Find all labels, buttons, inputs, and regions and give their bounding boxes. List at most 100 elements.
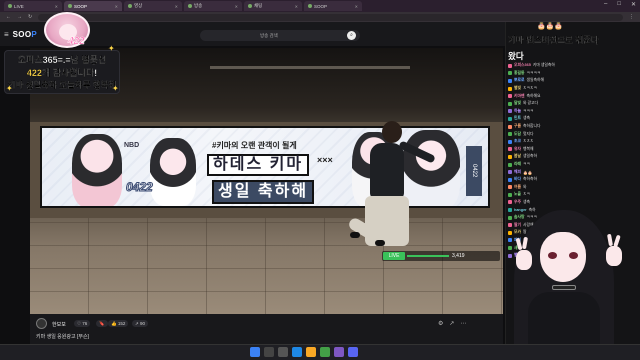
- extensions-icon[interactable]: ⋮: [629, 14, 634, 20]
- streamer-name[interactable]: 한보보: [52, 321, 66, 328]
- browser-tab[interactable]: 방송 ✕: [184, 1, 242, 11]
- chat-nickname[interactable]: 초코: [514, 139, 521, 144]
- like-count[interactable]: 👍 152: [108, 320, 129, 327]
- forward-icon[interactable]: →: [17, 14, 22, 20]
- stream-info-bar: [30, 314, 503, 344]
- billboard-tagline: #키마의 오랜 관객이 될게: [212, 141, 297, 150]
- chat-nickname[interactable]: hanger: [514, 208, 527, 212]
- user-badge-icon: [508, 78, 512, 83]
- chat-message: 라떼 ㅋㅋ: [508, 161, 638, 169]
- browser-tab[interactable]: SOOP ✕: [304, 1, 362, 11]
- user-badge-icon: [508, 215, 512, 220]
- favicon-icon: [188, 4, 192, 8]
- dancer-shoe: [350, 232, 360, 238]
- search-icon[interactable]: ⌕: [347, 31, 356, 40]
- chat-text: ㅋㅋㅋ: [523, 108, 534, 113]
- chat-nickname[interactable]: 해피: [514, 170, 521, 175]
- chat-text: 생축: [523, 116, 530, 121]
- chat-text: 와 광고다: [523, 101, 539, 106]
- chat-text: 🎂🎂: [523, 170, 533, 175]
- edge-icon[interactable]: [292, 347, 302, 357]
- chat-highlight-message: 키마 댄스버전으로 춰준다: [508, 35, 599, 45]
- chat-nickname[interactable]: 봄날: [514, 154, 521, 159]
- chat-nickname[interactable]: 별빛: [514, 86, 521, 91]
- vtuber-eye: [548, 252, 557, 259]
- chat-text: 키마 생일축하: [532, 63, 555, 68]
- site-logo[interactable]: SOOP: [13, 30, 37, 39]
- more-icon[interactable]: ⋯: [460, 320, 466, 327]
- discord-icon[interactable]: [348, 347, 358, 357]
- donation-line-3: 키마 생일축하 오늘하루 행복해: [7, 80, 117, 90]
- chat-nickname[interactable]: 우주: [514, 200, 521, 205]
- chat-nickname[interactable]: 바다: [514, 177, 521, 182]
- chat-nickname[interactable]: 구름: [514, 124, 521, 129]
- back-icon[interactable]: ←: [6, 14, 11, 20]
- chat-message: 오피스365 키마 생일축하: [508, 62, 638, 70]
- chat-nickname[interactable]: 딸기: [514, 223, 521, 228]
- windows-icon[interactable]: [250, 347, 260, 357]
- vtuber-face: [540, 232, 586, 282]
- favorite-count[interactable]: ♡ 76: [74, 320, 91, 327]
- chat-text: 행복해: [523, 146, 534, 151]
- chat-highlight-message-2: 왔다: [508, 51, 524, 61]
- tab-label: SOOP: [314, 3, 328, 9]
- chat-nickname[interactable]: 키마팬: [514, 94, 524, 99]
- user-badge-icon: [508, 200, 512, 205]
- chat-nickname[interactable]: 노을: [514, 192, 521, 197]
- close-tab-icon[interactable]: ✕: [55, 4, 58, 9]
- url-field[interactable]: [38, 13, 623, 21]
- explorer-icon[interactable]: [306, 347, 316, 357]
- chat-nickname[interactable]: 민트: [514, 116, 521, 121]
- minimize-icon[interactable]: –: [604, 1, 607, 8]
- chat-message: 홍길동 ㅋㅋㅋㅋ: [508, 70, 638, 78]
- settings-icon[interactable]: ⚙: [438, 320, 443, 327]
- share-icon[interactable]: ↗: [449, 320, 454, 327]
- close-tab-icon[interactable]: ✕: [235, 4, 238, 9]
- close-tab-icon[interactable]: ✕: [115, 4, 118, 9]
- chat-nickname[interactable]: 유자: [514, 147, 521, 152]
- user-badge-icon: [508, 192, 512, 197]
- chat-nickname[interactable]: 하늘: [514, 109, 521, 114]
- chat-nickname[interactable]: 오피스365: [514, 63, 531, 68]
- close-tab-icon[interactable]: ✕: [295, 4, 298, 9]
- user-badge-icon: [508, 86, 512, 91]
- close-tab-icon[interactable]: ✕: [355, 4, 358, 9]
- menu-icon[interactable]: ≡: [4, 30, 9, 39]
- chrome-icon[interactable]: [320, 347, 330, 357]
- billboard-title: 하데스 키마: [207, 154, 310, 176]
- browser-tab[interactable]: 채팅 ✕: [244, 1, 302, 11]
- user-badge-icon: [508, 71, 512, 76]
- close-tab-icon[interactable]: ✕: [175, 4, 178, 9]
- chat-nickname[interactable]: 여름: [514, 185, 521, 190]
- chat-message: 바다 축하축하: [508, 176, 638, 184]
- chat-nickname[interactable]: 솜사탕: [514, 215, 524, 220]
- maximize-icon[interactable]: □: [617, 1, 621, 8]
- chat-message: 뽀로로 생일축하해: [508, 77, 638, 85]
- taskview-icon[interactable]: [278, 347, 288, 357]
- browser-tab[interactable]: LIVE ✕: [4, 1, 62, 11]
- dancer-shoe: [375, 240, 385, 246]
- chat-nickname[interactable]: 모카: [514, 230, 521, 235]
- tab-label: 영상: [134, 3, 143, 8]
- user-badge-icon: [508, 147, 512, 152]
- reload-icon[interactable]: ↻: [28, 14, 32, 20]
- favicon-icon: [248, 4, 252, 8]
- share-count[interactable]: ↗ 90: [132, 320, 149, 327]
- user-badge-icon: [508, 162, 512, 167]
- store-icon[interactable]: [334, 347, 344, 357]
- chat-nickname[interactable]: 홍길동: [514, 71, 524, 76]
- chat-nickname[interactable]: 도담: [514, 132, 521, 137]
- chat-nickname[interactable]: 라떼: [514, 162, 521, 167]
- search-icon[interactable]: [264, 347, 274, 357]
- close-window-icon[interactable]: ✕: [631, 1, 636, 8]
- billboard-character: [402, 130, 460, 206]
- chat-nickname[interactable]: 뽀로로: [514, 78, 524, 83]
- browser-tab[interactable]: 영상 ✕: [124, 1, 182, 11]
- donation-line-1: 오피스365=.=님 별풍선: [17, 55, 107, 65]
- browser-tab-active[interactable]: SOOP ✕: [64, 1, 122, 11]
- chat-nickname[interactable]: 달빛: [514, 101, 521, 106]
- bookmark-button[interactable]: 🔖: [96, 320, 108, 327]
- viewer-count: 3,419: [452, 253, 465, 259]
- search-input[interactable]: 방송 검색 ⌕: [200, 30, 360, 41]
- streamer-avatar[interactable]: [36, 318, 47, 329]
